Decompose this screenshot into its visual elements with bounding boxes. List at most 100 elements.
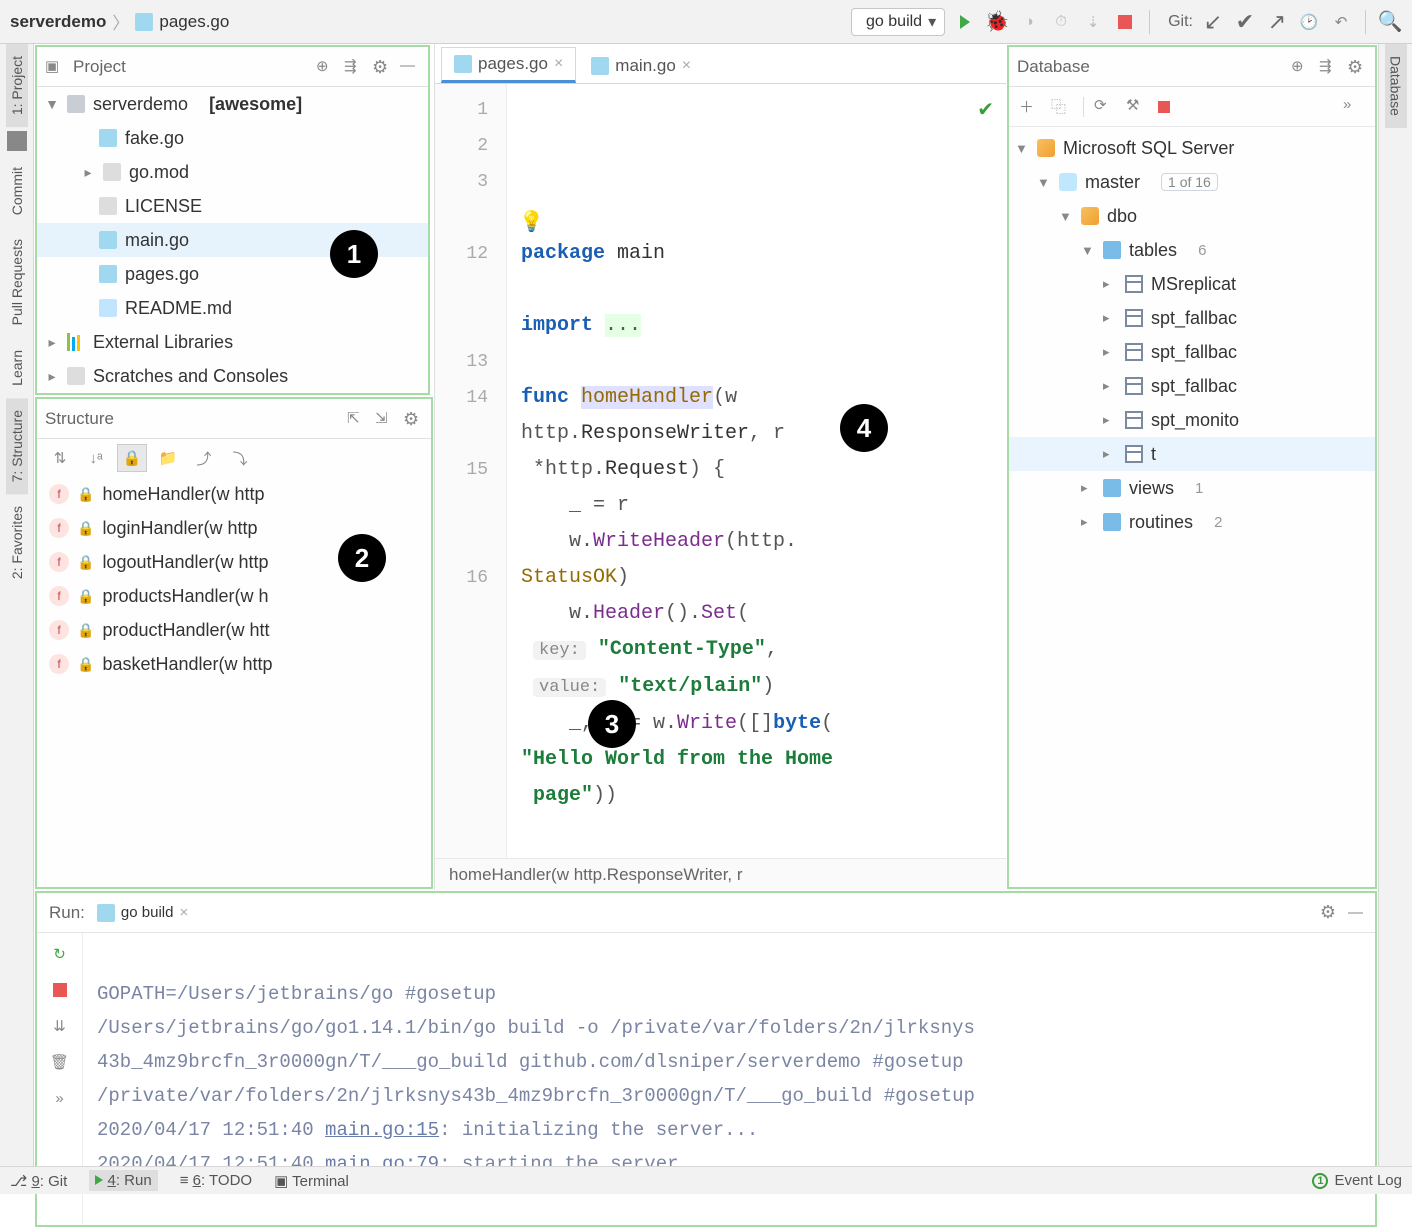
git-commit-button[interactable]: ✔ — [1233, 10, 1257, 34]
stripe-project[interactable]: 1: Project — [6, 44, 28, 127]
table-row[interactable]: ▸spt_fallbac — [1009, 301, 1375, 335]
file-icon — [99, 197, 117, 215]
schema-row[interactable]: ▼dbo — [1009, 199, 1375, 233]
stripe-run[interactable]: 4: Run — [89, 1170, 157, 1191]
code-area[interactable]: ✔ 💡 package main import ... func homeHan… — [507, 84, 1006, 858]
breadcrumb-root[interactable]: serverdemo — [10, 12, 106, 32]
close-icon[interactable]: × — [682, 57, 691, 75]
debug-button[interactable]: 🐞 — [985, 10, 1009, 34]
git-push-button[interactable]: ↗ — [1265, 10, 1289, 34]
settings-icon[interactable]: ⚙ — [1347, 57, 1367, 77]
datasource-row[interactable]: ▼Microsoft SQL Server — [1009, 131, 1375, 165]
more-icon[interactable]: » — [49, 1087, 71, 1109]
event-log[interactable]: 1Event Log — [1312, 1172, 1402, 1189]
stripe-structure[interactable]: 7: Structure — [6, 398, 28, 494]
git-history-button[interactable]: 🕑 — [1297, 10, 1321, 34]
editor-tab[interactable]: main.go× — [578, 49, 704, 83]
git-update-button[interactable]: ↙ — [1201, 10, 1225, 34]
collapse-icon[interactable]: ⇶ — [1319, 57, 1339, 77]
editor-gutter[interactable]: 1 2 3 12 13 14 15 16 — [435, 84, 507, 858]
run-config-selector[interactable]: go build ▾ — [851, 8, 945, 36]
project-root[interactable]: ▼ serverdemo [awesome] — [37, 87, 428, 121]
function-icon: f — [49, 620, 69, 640]
routines-folder[interactable]: ▸routines 2 — [1009, 505, 1375, 539]
go-file-icon — [454, 55, 472, 73]
tables-folder[interactable]: ▼tables 6 — [1009, 233, 1375, 267]
database-toolbar: ＋ ⿻ ⟳ ⚒ » — [1009, 87, 1375, 127]
refresh-icon[interactable]: ⟳ — [1094, 96, 1116, 118]
table-row[interactable]: ▸spt_fallbac — [1009, 369, 1375, 403]
search-everywhere-button[interactable]: 🔍 — [1378, 10, 1402, 34]
coverage-button[interactable]: ◑ — [1017, 10, 1041, 34]
views-folder[interactable]: ▸views 1 — [1009, 471, 1375, 505]
stripe-favorites[interactable]: 2: Favorites — [6, 494, 28, 591]
editor-tab[interactable]: pages.go× — [441, 47, 576, 83]
collapse-all-icon[interactable]: ⇲ — [375, 409, 395, 429]
table-row[interactable]: ▸t — [1009, 437, 1375, 471]
stop-icon[interactable] — [1158, 101, 1170, 113]
locate-icon[interactable]: ⊕ — [1291, 57, 1311, 77]
breadcrumb-file[interactable]: pages.go — [159, 12, 229, 32]
stop-button[interactable] — [1113, 10, 1137, 34]
sort-alpha-icon[interactable]: ↓ᵃ — [81, 444, 111, 472]
console-link[interactable]: main.go:15 — [325, 1119, 439, 1141]
structure-item[interactable]: f🔒productHandler(w htt — [37, 613, 431, 647]
inspection-ok-icon[interactable]: ✔ — [977, 94, 994, 130]
hide-button[interactable]: — — [400, 57, 420, 77]
stripe-pull-requests[interactable]: Pull Requests — [6, 227, 28, 337]
collapse-button[interactable]: ⇶ — [344, 57, 364, 77]
lock-icon: 🔒 — [77, 588, 94, 605]
lock-icon[interactable]: 🔒 — [117, 444, 147, 472]
hide-icon[interactable]: — — [1348, 904, 1363, 921]
rerun-icon[interactable]: ↻ — [49, 943, 71, 965]
sort-icon[interactable]: ⇅ — [45, 444, 75, 472]
file-item[interactable]: README.md — [37, 291, 428, 325]
settings-icon[interactable]: ⚙ — [1320, 902, 1336, 923]
file-item[interactable]: ▸go.mod — [37, 155, 428, 189]
step-icon[interactable]: ⇊ — [49, 1015, 71, 1037]
intention-bulb-icon[interactable]: 💡 — [519, 206, 544, 242]
stripe-database[interactable]: Database — [1385, 44, 1407, 128]
bookmark-icon[interactable] — [7, 131, 27, 151]
git-rollback-button[interactable]: ↶ — [1329, 10, 1353, 34]
autoscroll-from-icon[interactable]: ⤵ — [225, 444, 255, 472]
file-item[interactable]: fake.go — [37, 121, 428, 155]
external-libraries[interactable]: ▸External Libraries — [37, 325, 428, 359]
close-icon[interactable]: × — [179, 904, 188, 921]
editor-breadcrumb[interactable]: homeHandler(w http.ResponseWriter, r — [435, 858, 1006, 890]
stripe-terminal[interactable]: ▣ Terminal — [274, 1172, 349, 1190]
git-label: Git: — [1168, 13, 1193, 31]
more-icon[interactable]: » — [1343, 96, 1365, 118]
delete-icon[interactable]: 🗑 — [49, 1051, 71, 1073]
stripe-learn[interactable]: Learn — [6, 338, 28, 398]
table-row[interactable]: ▸spt_monito — [1009, 403, 1375, 437]
folder-icon[interactable]: 📁 — [153, 444, 183, 472]
autoscroll-to-icon[interactable]: ⤴ — [189, 444, 219, 472]
schema-icon — [1081, 207, 1099, 225]
stripe-commit[interactable]: Commit — [6, 155, 28, 227]
run-button[interactable] — [953, 10, 977, 34]
duplicate-icon[interactable]: ⿻ — [1051, 96, 1073, 118]
settings-button[interactable]: ⚙ — [372, 57, 392, 77]
structure-item[interactable]: f🔒productsHandler(w h — [37, 579, 431, 613]
close-icon[interactable]: × — [554, 55, 563, 73]
add-datasource-icon[interactable]: ＋ — [1019, 96, 1041, 118]
lock-icon: 🔒 — [77, 622, 94, 639]
sync-icon[interactable]: ⚒ — [1126, 96, 1148, 118]
structure-item[interactable]: f🔒homeHandler(w http — [37, 477, 431, 511]
profile-button[interactable]: ⏱ — [1049, 10, 1073, 34]
stop-icon[interactable] — [49, 979, 71, 1001]
settings-icon[interactable]: ⚙ — [403, 409, 423, 429]
table-row[interactable]: ▸spt_fallbac — [1009, 335, 1375, 369]
expand-all-icon[interactable]: ⇱ — [347, 409, 367, 429]
file-item[interactable]: LICENSE — [37, 189, 428, 223]
locate-button[interactable]: ⊕ — [316, 57, 336, 77]
go-file-icon — [99, 265, 117, 283]
structure-item[interactable]: f🔒basketHandler(w http — [37, 647, 431, 681]
stripe-git[interactable]: ⎇ 9: 9: GitGit — [10, 1172, 67, 1190]
scratches[interactable]: ▸Scratches and Consoles — [37, 359, 428, 393]
table-row[interactable]: ▸MSreplicat — [1009, 267, 1375, 301]
stripe-todo[interactable]: ≡ 6: TODO — [180, 1172, 252, 1189]
attach-button[interactable]: ⇣ — [1081, 10, 1105, 34]
database-row[interactable]: ▼master 1 of 16 — [1009, 165, 1375, 199]
